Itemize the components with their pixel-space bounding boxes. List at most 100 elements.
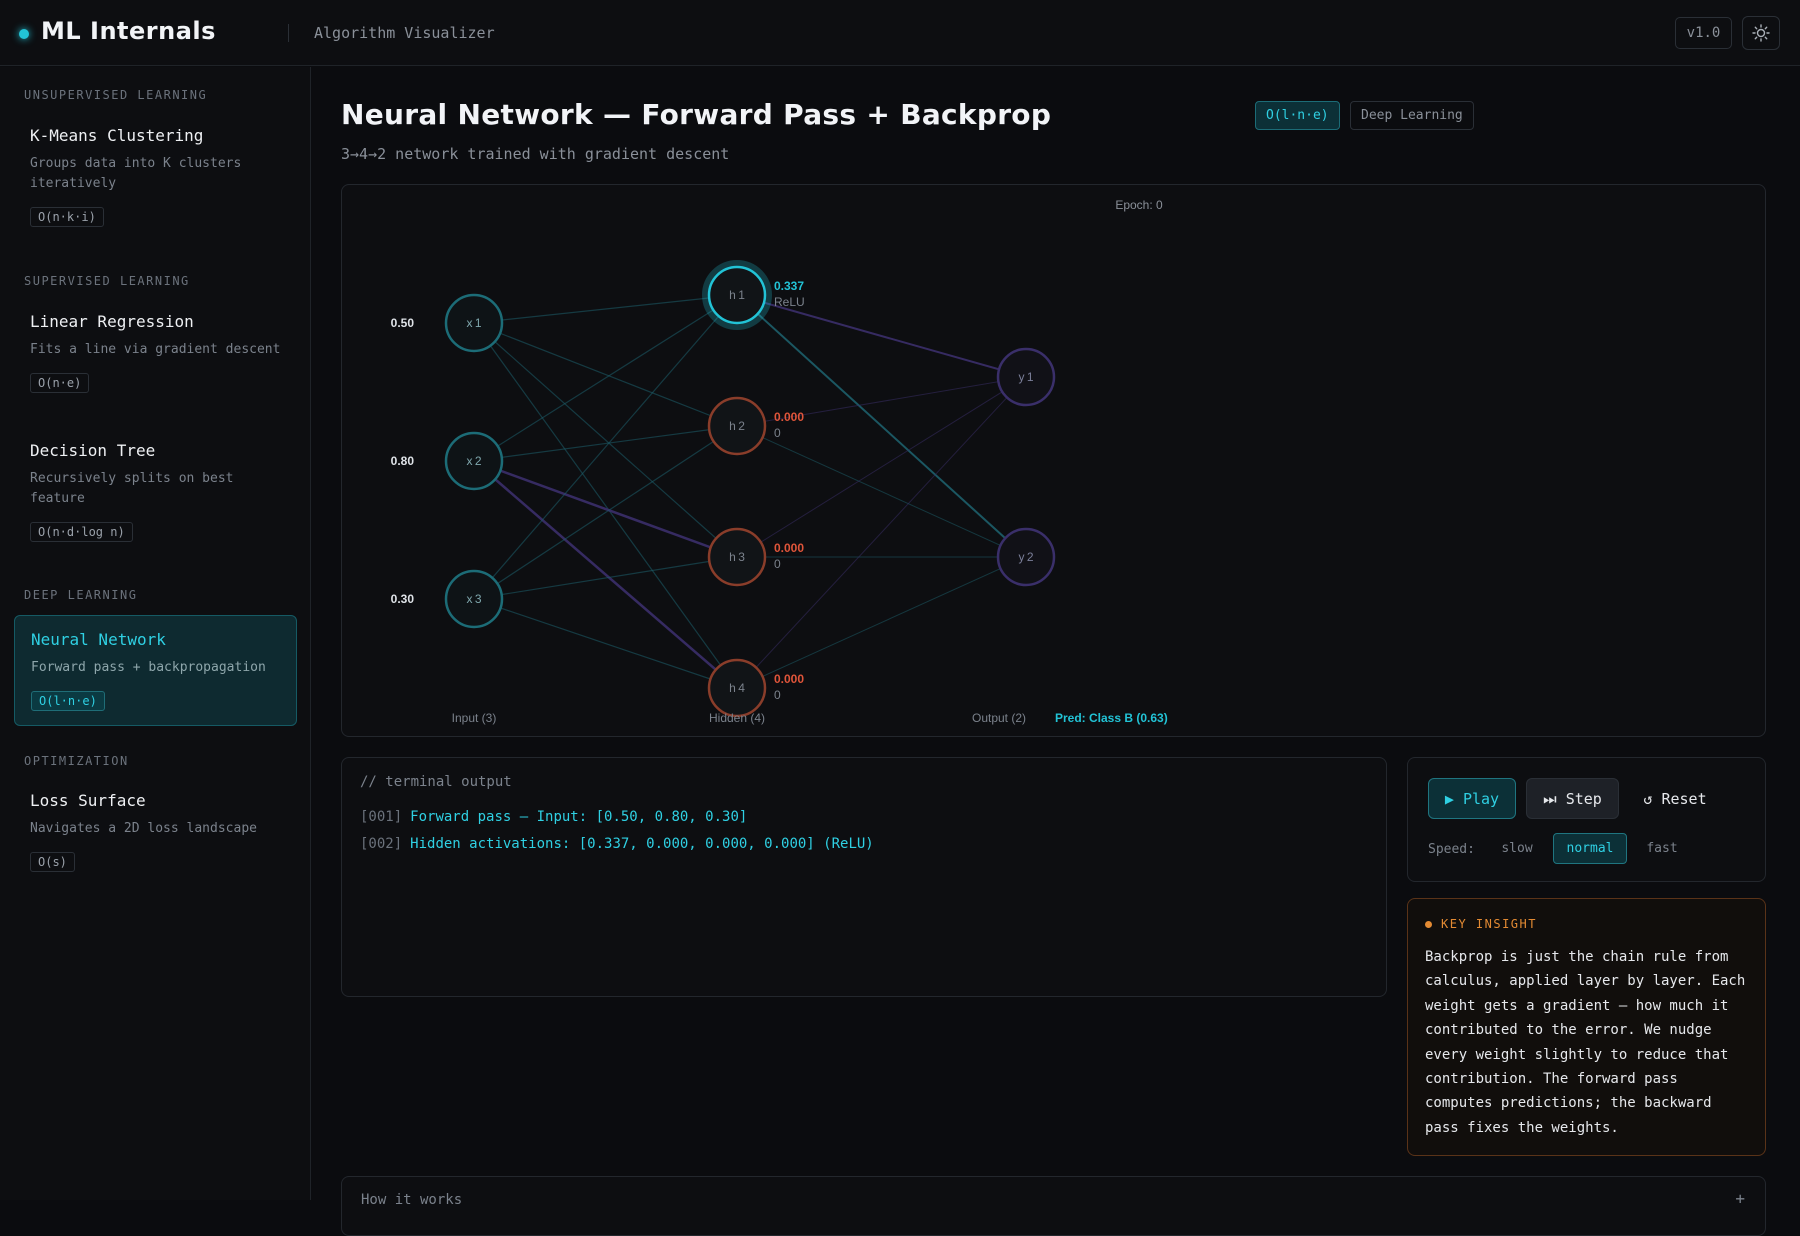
brand-divider	[288, 24, 289, 42]
network-visualization: x 1 0.50 x 2 0.80 x 3 0.30 h 1 0.337 ReLU h 2 0.00…	[341, 184, 1766, 737]
algo-name: K-Means Clustering	[30, 126, 204, 145]
page-subtitle: 3→4→2 network trained with gradient desc…	[341, 145, 730, 163]
category-tag: Deep Learning	[1350, 101, 1474, 130]
key-insight-panel: KEY INSIGHT Backprop is just the chain r…	[1407, 898, 1766, 1156]
line-text: Forward pass — Input: [0.50, 0.80, 0.30]	[410, 809, 748, 825]
weight-edge	[473, 556, 738, 600]
layer-label-output: Output (2)	[972, 711, 1026, 725]
complexity-badge: O(s)	[30, 852, 75, 872]
terminal-title: // terminal output	[360, 774, 512, 790]
weight-edge	[473, 598, 738, 689]
algo-desc: Fits a line via gradient descent	[30, 342, 281, 357]
line-index: [001]	[360, 809, 403, 825]
step-button[interactable]: ⏭ Step	[1526, 778, 1619, 819]
theme-toggle-button[interactable]	[1742, 16, 1780, 50]
section-title-unsupervised: UNSUPERVISED LEARNING	[24, 88, 208, 102]
output-node-label: y 2	[1018, 550, 1033, 564]
weight-edge	[473, 294, 738, 600]
hidden-activation-note: 0	[774, 557, 781, 571]
speed-label: Speed:	[1428, 842, 1475, 857]
hidden-activation: 0.000	[774, 541, 804, 555]
prediction-label: Pred: Class B (0.63)	[1055, 711, 1168, 725]
hidden-activation-note: 0	[774, 688, 781, 702]
page-title: Neural Network — Forward Pass + Backprop	[341, 98, 1052, 131]
epoch-label: Epoch: 0	[1115, 198, 1163, 212]
complexity-badge: O(l·n·e)	[31, 691, 105, 711]
hidden-activation: 0.000	[774, 672, 804, 686]
insight-dot-icon	[1425, 920, 1432, 928]
weight-edge	[736, 376, 1027, 558]
hidden-activation-note: 0	[774, 426, 781, 440]
complexity-badge: O(n·e)	[30, 373, 90, 393]
layer-label-hidden: Hidden (4)	[709, 711, 765, 725]
algo-name: Linear Regression	[30, 312, 194, 331]
sidebar-item-linear-regression[interactable]: Linear Regression Fits a line via gradie…	[14, 298, 297, 407]
sidebar-item-kmeans[interactable]: K-Means Clustering Groups data into K cl…	[14, 112, 297, 241]
input-node-label: x 3	[466, 592, 481, 606]
input-value: 0.80	[391, 454, 415, 468]
hidden-activation-note: ReLU	[774, 295, 805, 309]
version-badge: v1.0	[1675, 17, 1732, 49]
play-button[interactable]: ▶ Play	[1428, 778, 1516, 819]
weight-edge	[473, 322, 738, 427]
algo-name: Neural Network	[31, 630, 166, 649]
line-index: [002]	[360, 836, 403, 852]
reset-button[interactable]: ↺ Reset	[1629, 778, 1721, 819]
algo-name: Decision Tree	[30, 441, 156, 460]
complexity-badge: O(n·k·i)	[30, 207, 104, 227]
sidebar-item-neural-network[interactable]: Neural Network Forward pass + backpropag…	[14, 615, 297, 726]
hidden-node-label: h 4	[729, 681, 745, 695]
algo-desc: Recursively splits on best feature	[30, 471, 234, 506]
how-it-works-label: How it works	[361, 1192, 463, 1208]
hidden-activation: 0.337	[774, 279, 804, 293]
algo-desc: Navigates a 2D loss landscape	[30, 821, 257, 836]
complexity-badge: O(n·d·log n)	[30, 522, 133, 542]
top-bar: ML Internals Algorithm Visualizer v1.0	[0, 0, 1800, 66]
hidden-node-label: h 1	[729, 288, 745, 302]
algo-desc: Forward pass + backpropagation	[31, 660, 266, 675]
playback-controls: ▶ Play ⏭ Step ↺ Reset Speed: slow normal…	[1407, 757, 1766, 882]
section-title-supervised: SUPERVISED LEARNING	[24, 274, 190, 288]
algo-desc: Groups data into K clusters iteratively	[30, 156, 242, 191]
expand-icon: +	[1735, 1189, 1745, 1208]
app-name: ML Internals	[41, 17, 216, 45]
brand-dot-icon	[19, 29, 29, 39]
input-value: 0.30	[391, 592, 415, 606]
weight-edge	[473, 460, 738, 689]
weight-edge	[736, 425, 1027, 558]
hidden-node-label: h 3	[729, 550, 745, 564]
network-canvas: x 1 0.50 x 2 0.80 x 3 0.30 h 1 0.337 ReLU h 2 0.00…	[391, 198, 1168, 725]
weight-edge	[473, 425, 738, 462]
sidebar: UNSUPERVISED LEARNING K-Means Clustering…	[0, 67, 311, 1200]
input-node-label: x 1	[466, 316, 481, 330]
output-node-label: y 1	[1018, 370, 1033, 384]
weight-edge	[473, 459, 738, 559]
hidden-activation: 0.000	[774, 410, 804, 424]
sun-icon	[1752, 24, 1770, 42]
weight-edge	[473, 294, 738, 324]
terminal-line: [002] Hidden activations: [0.337, 0.000, …	[360, 831, 1368, 858]
insight-text: Backprop is just the chain rule from cal…	[1425, 949, 1746, 1136]
speed-normal-option[interactable]: normal	[1553, 833, 1627, 864]
sidebar-item-loss-surface[interactable]: Loss Surface Navigates a 2D loss landsca…	[14, 777, 297, 886]
section-title-optimization: OPTIMIZATION	[24, 754, 129, 768]
line-text: Hidden activations: [0.337, 0.000, 0.000…	[410, 836, 874, 852]
terminal-output: // terminal output [001] Forward pass — I…	[341, 757, 1387, 997]
input-value: 0.50	[391, 316, 415, 330]
app-subtitle: Algorithm Visualizer	[314, 24, 495, 42]
input-node-label: x 2	[466, 454, 481, 468]
insight-title: KEY INSIGHT	[1441, 917, 1537, 931]
weight-edge	[473, 322, 738, 558]
layer-label-input: Input (3)	[452, 711, 497, 725]
algo-name: Loss Surface	[30, 791, 146, 810]
speed-fast-option[interactable]: fast	[1634, 833, 1690, 864]
section-title-deep-learning: DEEP LEARNING	[24, 588, 138, 602]
insight-header: KEY INSIGHT	[1425, 917, 1748, 931]
terminal-line: [001] Forward pass — Input: [0.50, 0.80, …	[360, 804, 1368, 831]
weight-edge	[736, 556, 1027, 689]
complexity-tag: O(l·n·e)	[1255, 101, 1340, 130]
how-it-works-accordion[interactable]: How it works +	[341, 1176, 1766, 1236]
sidebar-item-decision-tree[interactable]: Decision Tree Recursively splits on best…	[14, 427, 297, 556]
hidden-node-label: h 2	[729, 419, 745, 433]
speed-slow-option[interactable]: slow	[1488, 833, 1546, 864]
